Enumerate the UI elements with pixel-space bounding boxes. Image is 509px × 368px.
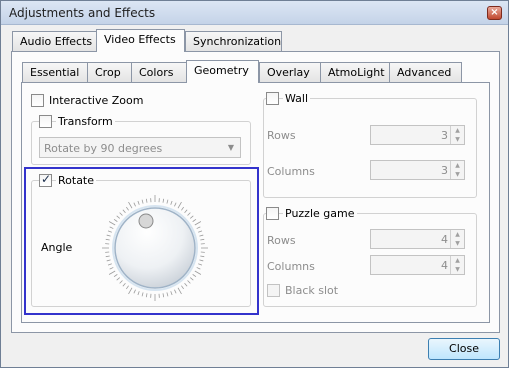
wall-rows-label: Rows	[267, 129, 296, 142]
spin-arrows-icon[interactable]: ▲ ▼	[450, 256, 464, 274]
title-bar[interactable]: Adjustments and Effects ×	[1, 1, 508, 25]
spin-arrows-icon[interactable]: ▲ ▼	[450, 230, 464, 248]
window-title: Adjustments and Effects	[9, 6, 156, 20]
tab-audio-effects[interactable]: Audio Effects	[12, 31, 97, 52]
tab-geometry[interactable]: Geometry	[186, 60, 259, 83]
rotate-focus-highlight	[24, 167, 259, 315]
transform-checkbox[interactable]	[39, 115, 52, 128]
spin-arrows-icon[interactable]: ▲ ▼	[450, 126, 464, 144]
puzzle-columns-value: 4	[441, 259, 448, 272]
transform-select[interactable]: Rotate by 90 degrees ▼	[39, 137, 241, 158]
black-slot-checkbox[interactable]	[267, 284, 280, 297]
tab-advanced[interactable]: Advanced	[389, 62, 462, 83]
tab-overlay[interactable]: Overlay	[259, 62, 321, 83]
puzzle-rows-value: 4	[441, 233, 448, 246]
puzzle-label[interactable]: Puzzle game	[283, 207, 357, 220]
black-slot-label[interactable]: Black slot	[285, 284, 338, 297]
puzzle-columns-label: Columns	[267, 260, 315, 273]
tab-video-effects[interactable]: Video Effects	[96, 29, 185, 52]
wall-columns-label: Columns	[267, 165, 315, 178]
tab-atmolight[interactable]: AtmoLight	[320, 62, 390, 83]
interactive-zoom-checkbox[interactable]	[31, 94, 44, 107]
tab-colors[interactable]: Colors	[131, 62, 187, 83]
wall-checkbox[interactable]	[266, 92, 279, 105]
puzzle-rows-label: Rows	[267, 234, 296, 247]
wall-rows-value: 3	[441, 129, 448, 142]
wall-columns-spinbox[interactable]: 3 ▲ ▼	[370, 160, 465, 180]
tab-crop[interactable]: Crop	[87, 62, 132, 83]
wall-group	[263, 98, 477, 198]
puzzle-checkbox[interactable]	[266, 207, 279, 220]
puzzle-rows-spinbox[interactable]: 4 ▲ ▼	[370, 229, 465, 249]
close-button[interactable]: Close	[428, 338, 500, 360]
chevron-down-icon: ▼	[227, 143, 234, 152]
wall-label[interactable]: Wall	[283, 92, 311, 105]
spin-arrows-icon[interactable]: ▲ ▼	[450, 161, 464, 179]
transform-select-value: Rotate by 90 degrees	[44, 142, 163, 155]
puzzle-columns-spinbox[interactable]: 4 ▲ ▼	[370, 255, 465, 275]
tab-essential[interactable]: Essential	[22, 62, 88, 83]
window-close-icon[interactable]: ×	[487, 6, 502, 20]
interactive-zoom-label[interactable]: Interactive Zoom	[49, 94, 143, 107]
transform-label[interactable]: Transform	[56, 115, 115, 128]
wall-columns-value: 3	[441, 164, 448, 177]
wall-rows-spinbox[interactable]: 3 ▲ ▼	[370, 125, 465, 145]
tab-synchronization[interactable]: Synchronization	[185, 31, 282, 52]
adjustments-window: Adjustments and Effects × Audio Effects …	[0, 0, 509, 368]
